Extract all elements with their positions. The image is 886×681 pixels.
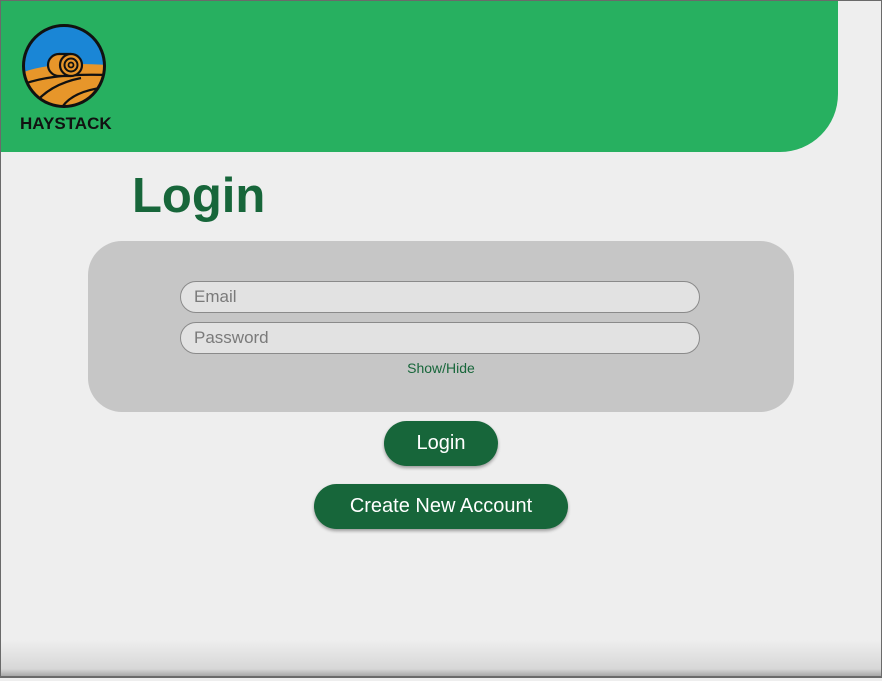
brand-name: HAYSTACK [20,114,112,133]
window-border-right [881,0,882,678]
page-title: Login [132,169,266,223]
login-button[interactable]: Login [384,421,498,466]
window-border-top [0,0,882,1]
app-window: HAYSTACK Login Show/Hide Login Create Ne… [0,0,886,681]
email-field[interactable] [180,281,700,313]
create-new-account-button[interactable]: Create New Account [314,484,568,529]
haystack-logo-icon[interactable] [21,23,107,109]
password-field[interactable] [180,322,700,354]
window-border-left [0,0,1,678]
haystack-logo-svg [22,24,106,108]
window-border-bottom [0,676,882,678]
window-edge [882,0,886,681]
bottom-shadow [1,640,881,676]
top-banner: HAYSTACK [1,1,838,152]
show-hide-password-toggle[interactable]: Show/Hide [0,360,882,376]
